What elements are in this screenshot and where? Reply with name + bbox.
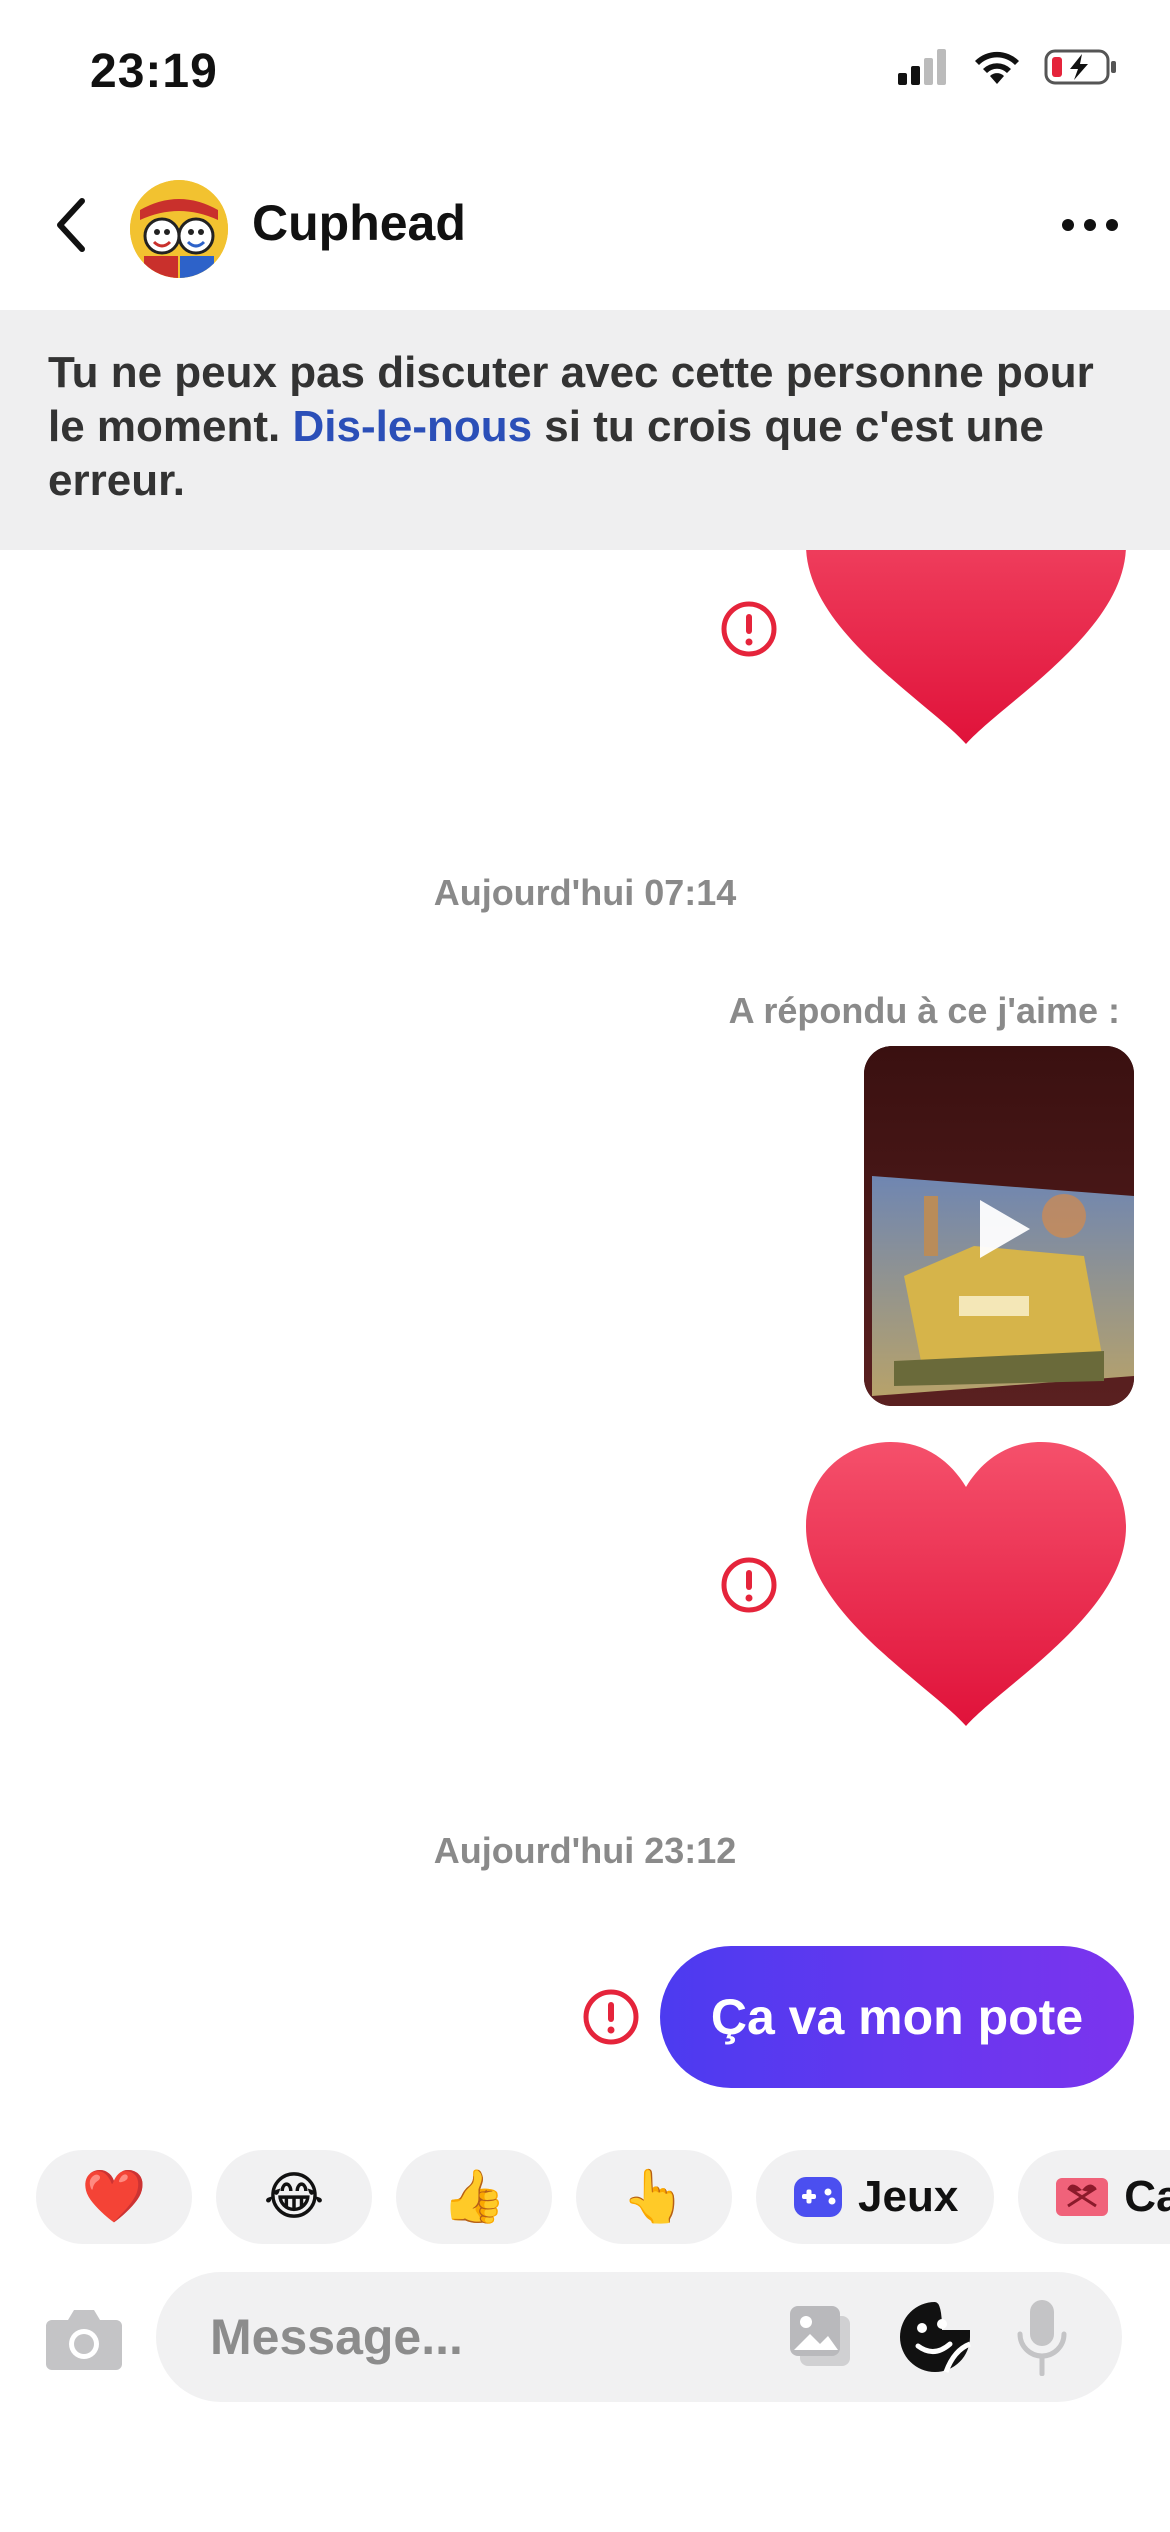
avatar-image: [130, 180, 228, 278]
cellular-signal-icon: [898, 49, 946, 85]
games-label: Jeux: [858, 2172, 959, 2221]
status-bar: 23:19: [0, 0, 1170, 150]
status-time: 23:19: [90, 45, 218, 98]
camera-icon[interactable]: [44, 2302, 124, 2372]
wifi-icon: [975, 51, 1019, 84]
quick-replies: ❤️ 😂 👍 👆 Jeux Ca: [36, 2150, 1170, 2244]
chat-header: Cuphead: [0, 150, 1170, 310]
laughing-emoji: 😂: [263, 2168, 325, 2226]
gift-label: Ca: [1124, 2172, 1170, 2221]
report-link[interactable]: Dis-le-nous: [293, 402, 533, 451]
timestamp: Aujourd'hui 23:12: [433, 1830, 737, 1871]
microphone-icon[interactable]: [1014, 2296, 1070, 2380]
thumbs-up-emoji: 👍: [441, 2168, 507, 2226]
back-button[interactable]: [40, 190, 100, 260]
more-dot: [1106, 219, 1118, 231]
battery-charging-icon: [1044, 49, 1116, 85]
reply-label: A répondu à ce j'aime :: [728, 990, 1120, 1031]
heart-message[interactable]: [806, 550, 1126, 750]
avatar[interactable]: [130, 180, 228, 278]
quick-reply-thumbs-up[interactable]: 👍: [396, 2150, 552, 2244]
restriction-banner: Tu ne peux pas discuter avec cette perso…: [0, 310, 1170, 550]
game-controller-icon: [794, 2177, 842, 2217]
chevron-left-icon: [57, 198, 85, 252]
quick-reply-gift[interactable]: Ca: [1018, 2150, 1170, 2244]
timestamp: Aujourd'hui 07:14: [433, 872, 737, 913]
point-up-emoji: 👆: [621, 2168, 687, 2226]
more-horizontal-icon: [1062, 219, 1074, 231]
status-icons: [898, 48, 1118, 86]
video-thumbnail[interactable]: [864, 1046, 1134, 1406]
message-composer: [156, 2272, 1122, 2402]
gallery-icon[interactable]: [786, 2302, 856, 2372]
quick-reply-point-up[interactable]: 👆: [576, 2150, 732, 2244]
banner-text: Tu ne peux pas discuter avec cette perso…: [48, 346, 1122, 508]
play-icon: [980, 1200, 1030, 1258]
heart-message[interactable]: [806, 1442, 1126, 1732]
error-icon[interactable]: [720, 600, 778, 658]
error-icon[interactable]: [720, 1556, 778, 1614]
heart-message-clip: [0, 550, 1170, 770]
quick-reply-games[interactable]: Jeux: [756, 2150, 995, 2244]
quick-reply-laugh[interactable]: 😂: [216, 2150, 372, 2244]
contact-name[interactable]: Cuphead: [252, 194, 466, 252]
quick-reply-heart[interactable]: ❤️: [36, 2150, 192, 2244]
heart-emoji: ❤️: [81, 2168, 147, 2226]
message-bubble[interactable]: Ça va mon pote: [660, 1946, 1134, 2088]
more-dot: [1084, 219, 1096, 231]
more-options-button[interactable]: [1050, 200, 1130, 250]
message-input[interactable]: [210, 2302, 770, 2372]
sticker-icon[interactable]: [898, 2300, 972, 2374]
gift-icon: [1056, 2178, 1109, 2216]
error-icon[interactable]: [582, 1988, 640, 2046]
